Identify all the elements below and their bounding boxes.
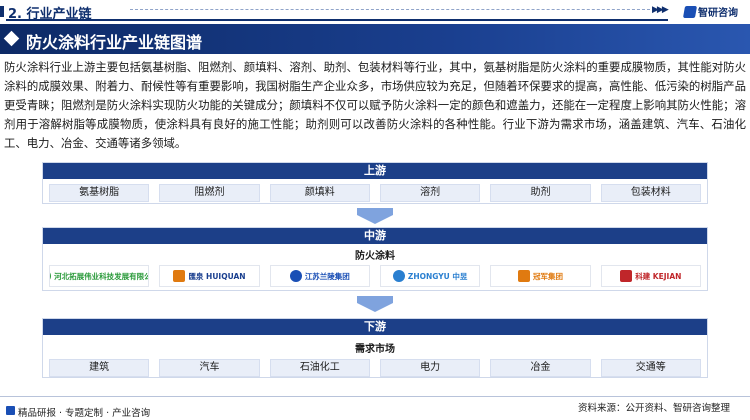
downstream-items: 建筑 汽车 石油化工 电力 冶金 交通等 [49,359,701,377]
upstream-items: 氨基树脂 阻燃剂 颜填料 溶剂 助剂 包装材料 [49,184,701,202]
upstream-item: 阻燃剂 [159,184,260,202]
company-logo-text: 匯泉 HUIQUAN [188,271,246,281]
red-k-logo-icon [620,270,633,282]
diamond-icon [3,30,20,47]
upstream-item: 氨基树脂 [49,184,150,202]
footer: 精品研报 · 专题定制 · 产业咨询 资料来源：公开资料、智研咨询整理 [0,396,750,420]
footer-tagline: 精品研报 · 专题定制 · 产业咨询 [18,408,151,419]
orange-square-logo-icon [517,270,530,282]
upstream-item: 包装材料 [600,184,701,202]
blue-eye-logo-icon [289,270,302,282]
midstream-section: 中游 防火涂料 河北拓展伟业科技发展有限公司 匯泉 HUIQUAN 江苏兰陵集团… [42,227,708,291]
upstream-section: 上游 氨基树脂 阻燃剂 颜填料 溶剂 助剂 包装材料 [42,162,708,204]
header-dashed-line [130,9,650,10]
company-logo: 冠军集团 [490,265,591,287]
company-logo: 匯泉 HUIQUAN [159,265,260,287]
blue-wave-logo-icon [392,270,405,282]
upstream-item: 溶剂 [379,184,481,202]
section-bullet [0,6,4,17]
brand-name: 智研咨询 [698,8,738,19]
midstream-company-logos: 河北拓展伟业科技发展有限公司 匯泉 HUIQUAN 江苏兰陵集团 ZHONGYU… [49,265,701,287]
company-logo-text: 河北拓展伟业科技发展有限公司 [54,271,150,281]
brand-mark-icon [682,5,698,18]
company-logo: 江苏兰陵集团 [269,265,370,287]
intro-paragraph: 防火涂料行业上游主要包括氨基树脂、阻燃剂、颜填料、溶剂、助剂、包装材料等行业，其… [4,60,746,150]
upstream-heading: 上游 [43,163,707,179]
green-leaf-logo-icon [50,270,52,282]
downstream-item: 建筑 [49,359,150,377]
brand-logo: 智研咨询 [682,4,738,19]
company-logo: 科建 KEJIAN [600,265,701,287]
downstream-sublabel: 需求市场 [355,344,395,355]
page-title: 防火涂料行业产业链图谱 [26,33,203,52]
title-bar: 防火涂料行业产业链图谱 [0,24,750,54]
downstream-item: 冶金 [490,359,591,377]
downstream-heading: 下游 [43,319,707,335]
section-header: 2. 行业产业链 ▶▶▶ 智研咨询 [0,0,750,22]
brand-mark-icon [6,406,15,415]
company-logo-text: 科建 KEJIAN [635,271,682,281]
source-note: 资料来源：公开资料、智研咨询整理 [577,403,730,414]
downstream-item: 汽车 [159,359,260,377]
arrow-down-icon [357,208,393,224]
downstream-item: 电力 [379,359,481,377]
company-logo: 河北拓展伟业科技发展有限公司 [49,265,150,287]
company-logo-text: 冠军集团 [532,271,563,281]
downstream-item: 交通等 [600,359,701,377]
midstream-sublabel: 防火涂料 [355,251,395,262]
midstream-heading: 中游 [43,228,707,244]
upstream-item: 颜填料 [269,184,370,202]
company-logo-text: ZHONGYU 中昱 [407,271,468,281]
header-divider [6,19,668,21]
arrow-down-icon [357,296,393,312]
downstream-item: 石油化工 [269,359,370,377]
company-logo-text: 江苏兰陵集团 [304,271,350,281]
orange-block-logo-icon [173,270,186,282]
chevron-right-icon: ▶▶▶ [652,5,669,15]
downstream-section: 下游 需求市场 建筑 汽车 石油化工 电力 冶金 交通等 [42,318,708,378]
upstream-item: 助剂 [490,184,591,202]
company-logo: ZHONGYU 中昱 [379,265,481,287]
footer-divider [0,396,750,397]
